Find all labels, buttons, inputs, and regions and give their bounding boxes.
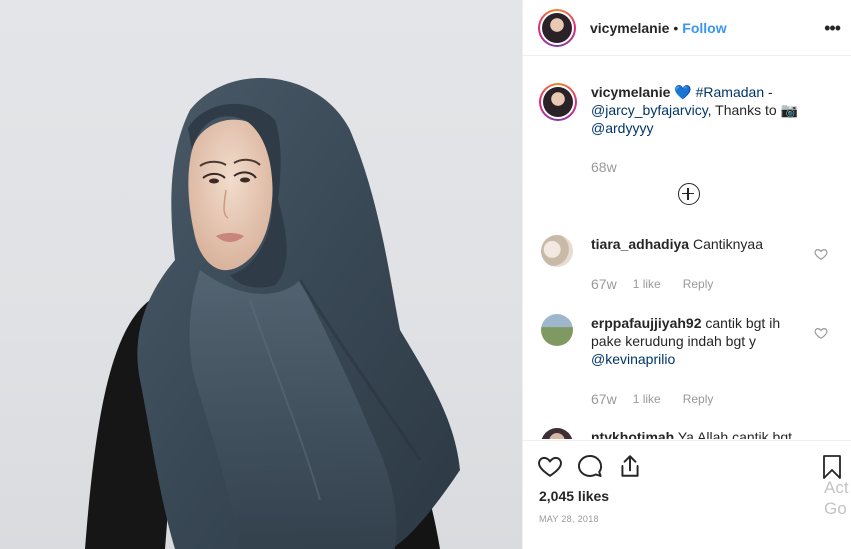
caption: vicymelanie 💙 #Ramadan - @jarcy_byfajarv…: [539, 83, 836, 137]
comment-meta: 67w 1 like Reply: [591, 390, 813, 408]
mention-link[interactable]: @kevinaprilio: [591, 351, 675, 367]
reply-button[interactable]: Reply: [683, 390, 714, 408]
post-side-panel: vicymelanie • Follow ••• vicymelanie 💙 #…: [522, 0, 851, 549]
dash: -: [768, 84, 773, 100]
comment-icon[interactable]: [577, 453, 603, 479]
more-horizontal-icon[interactable]: •••: [824, 18, 841, 39]
comments-list[interactable]: vicymelanie 💙 #Ramadan - @jarcy_byfajarv…: [523, 57, 851, 439]
comment-item: ntvkhotimah Ya Allah cantik bgt: [539, 428, 836, 439]
comment-likes[interactable]: 1 like: [633, 390, 661, 408]
likes-count[interactable]: 2,045 likes: [539, 488, 609, 504]
post-date[interactable]: MAY 28, 2018: [539, 514, 599, 524]
caption-time[interactable]: 68w: [591, 159, 836, 175]
author-username[interactable]: vicymelanie: [590, 20, 669, 36]
post-photo[interactable]: [0, 0, 522, 549]
heart-icon[interactable]: [537, 453, 563, 479]
blue-heart-emoji: 💙: [674, 84, 692, 100]
avatar-image: [542, 12, 572, 43]
comment-item: erppafaujjiyah92 cantik bgt ih pake keru…: [539, 314, 836, 408]
commenter-username[interactable]: erppafaujjiyah92: [591, 315, 702, 331]
comment-item: tiara_adhadiya Cantiknyaa 67w 1 like Rep…: [539, 235, 836, 293]
comment-body: ntvkhotimah Ya Allah cantik bgt: [591, 428, 813, 439]
comment-text: Ya Allah cantik bgt: [677, 429, 793, 439]
watermark-line: Act: [824, 478, 849, 497]
watermark-line: Go t: [824, 499, 851, 518]
comment-time[interactable]: 67w: [591, 275, 617, 293]
reply-button[interactable]: Reply: [683, 275, 714, 293]
comment-body: erppafaujjiyah92 cantik bgt ih pake keru…: [591, 314, 813, 408]
caption-username[interactable]: vicymelanie: [591, 84, 670, 100]
activation-watermark: Act Go t: [824, 477, 851, 519]
mention-link[interactable]: @jarcy_byfajarvicy: [591, 102, 708, 118]
woman-in-hijab-photo: [85, 78, 460, 549]
camera-emoji: 📷: [780, 102, 798, 118]
avatar-image: [543, 87, 573, 117]
post-actions: 2,045 likes MAY 28, 2018 Act Go t: [523, 440, 851, 549]
commenter-username[interactable]: tiara_adhadiya: [591, 236, 689, 252]
comment-meta: 67w 1 like Reply: [591, 275, 813, 293]
mention-link[interactable]: @ardyyyy: [591, 120, 653, 136]
heart-icon[interactable]: [814, 247, 828, 261]
comment-text: Cantiknyaa: [692, 236, 763, 252]
hashtag-link[interactable]: #Ramadan: [696, 84, 765, 100]
commenter-avatar[interactable]: [541, 428, 573, 439]
follow-button[interactable]: Follow: [682, 20, 726, 36]
thanks-text: , Thanks to: [707, 102, 777, 118]
comment-body: tiara_adhadiya Cantiknyaa 67w 1 like Rep…: [591, 235, 813, 293]
action-buttons: [537, 453, 657, 479]
commenter-avatar[interactable]: [541, 235, 573, 267]
caption-avatar[interactable]: [539, 83, 577, 121]
separator-dot: •: [673, 19, 679, 36]
caption-text: vicymelanie 💙 #Ramadan - @jarcy_byfajarv…: [591, 83, 831, 137]
comment-likes[interactable]: 1 like: [633, 275, 661, 293]
plus-circle-icon[interactable]: [677, 183, 700, 205]
commenter-avatar[interactable]: [541, 314, 573, 346]
post-header: vicymelanie • Follow •••: [523, 0, 851, 56]
share-icon[interactable]: [617, 453, 643, 479]
author-avatar[interactable]: [538, 8, 576, 47]
comment-time[interactable]: 67w: [591, 390, 617, 408]
commenter-username[interactable]: ntvkhotimah: [591, 429, 674, 439]
heart-icon[interactable]: [814, 326, 828, 340]
